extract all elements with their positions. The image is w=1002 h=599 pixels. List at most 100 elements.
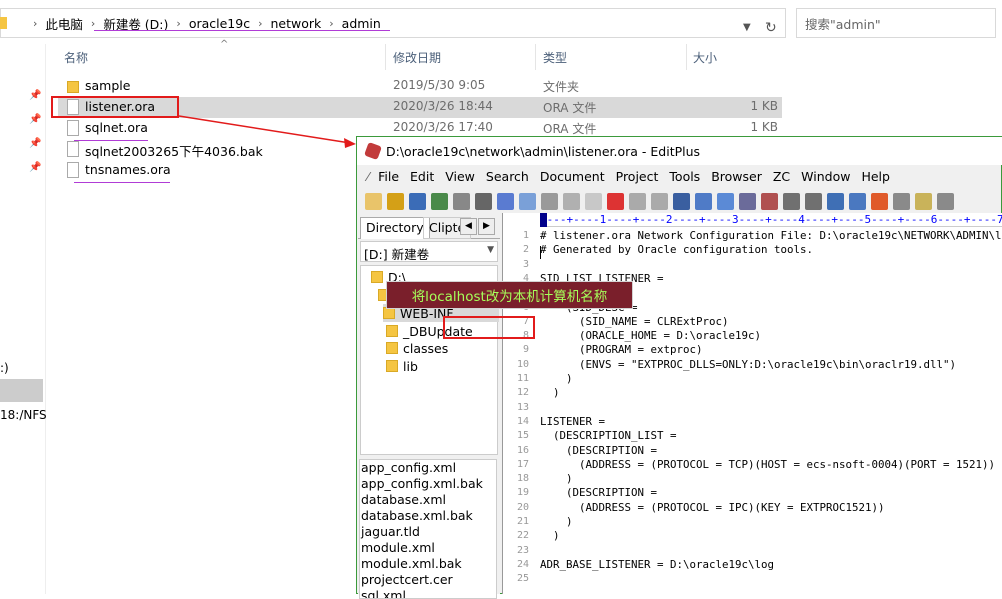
nav-item-drive-c[interactable]: :) — [0, 361, 9, 375]
goto-line-icon[interactable] — [739, 192, 756, 210]
line-number: 21 — [516, 516, 529, 527]
file-list[interactable]: app_config.xml app_config.xml.bak databa… — [359, 459, 497, 599]
annotation-callout: 将localhost改为本机计算机名称 — [386, 281, 633, 309]
tab-scroll-right-icon[interactable]: ▶ — [478, 218, 495, 235]
address-bar[interactable]: › 此电脑 › 新建卷 (D:) › oracle19c › network ›… — [0, 8, 786, 38]
menu-edit[interactable]: Edit — [410, 169, 434, 184]
column-date[interactable]: 修改日期 — [393, 49, 441, 66]
refresh-icon[interactable]: ↻ — [765, 20, 777, 36]
file-row[interactable]: sample 2019/5/30 9:05 文件夹 — [58, 76, 782, 97]
save-icon[interactable] — [409, 192, 426, 210]
check-icon[interactable] — [871, 192, 888, 210]
file-type: ORA 文件 — [543, 101, 597, 115]
file-type: ORA 文件 — [543, 122, 597, 136]
highlight-box-listener — [51, 96, 179, 118]
font-icon[interactable] — [761, 192, 778, 210]
nav-item-nfs[interactable]: 18:/NFS — [0, 408, 47, 422]
navigation-pane[interactable]: 📌 📌 📌 📌 — [0, 44, 46, 594]
paste-icon[interactable] — [585, 192, 602, 210]
menu-window[interactable]: Window — [801, 169, 850, 184]
word-wrap-icon[interactable] — [805, 192, 822, 210]
list-item[interactable]: database.xml — [360, 492, 496, 508]
chevron-down-icon[interactable]: ▼ — [743, 22, 751, 33]
cut-icon[interactable] — [541, 192, 558, 210]
menu-project[interactable]: Project — [616, 169, 659, 184]
save-all-icon[interactable] — [431, 192, 448, 210]
file-date: 2020/3/26 17:40 — [393, 120, 493, 134]
tab-scroll-left-icon[interactable]: ◀ — [460, 218, 477, 235]
file-row[interactable]: tnsnames.ora — [58, 160, 356, 181]
line-number: 10 — [516, 358, 529, 370]
output-window-icon[interactable] — [937, 192, 954, 210]
browser-icon[interactable] — [519, 192, 536, 210]
ruler-cursor — [540, 213, 547, 227]
menu-tools[interactable]: Tools — [669, 169, 700, 184]
breadcrumb-admin[interactable]: admin — [342, 16, 381, 31]
menu-document[interactable]: Document — [540, 169, 605, 184]
sort-up-icon: ^ — [220, 39, 229, 50]
column-size[interactable]: 大小 — [693, 49, 717, 66]
folder-icon — [386, 342, 398, 354]
menu-search[interactable]: Search — [486, 169, 529, 184]
tab-directory[interactable]: Directory — [360, 217, 430, 239]
code-line: (DESCRIPTION_LIST = — [540, 429, 677, 443]
file-row[interactable]: sqlnet2003265下午4036.bak — [58, 139, 356, 160]
text-editor[interactable]: ----+----1----+----2----+----3----+----4… — [502, 213, 1002, 594]
menu-browser[interactable]: Browser — [711, 169, 762, 184]
tree-item[interactable]: classes — [386, 339, 448, 357]
menu-help[interactable]: Help — [861, 169, 890, 184]
hex-icon[interactable] — [783, 192, 800, 210]
drive-select[interactable]: [D:] 新建卷 ▼ — [360, 241, 498, 262]
menu-zc[interactable]: ZC — [773, 169, 790, 184]
list-item[interactable]: app_config.xml.bak — [360, 476, 496, 492]
open-file-icon[interactable] — [387, 192, 404, 210]
breadcrumb-this-pc[interactable]: 此电脑 — [45, 14, 83, 33]
code-line: (ORACLE_HOME = D:\oracle19c) — [540, 329, 762, 343]
pin-icon: 📌 — [29, 114, 42, 125]
ruler-icon[interactable] — [849, 192, 866, 210]
list-item[interactable]: module.xml.bak — [360, 556, 496, 572]
breadcrumb-oracle19c[interactable]: oracle19c — [189, 16, 250, 31]
chevron-right-icon: › — [176, 16, 181, 30]
list-item[interactable]: projectcert.cer — [360, 572, 496, 588]
code-line: (PROGRAM = extproc) — [540, 343, 703, 357]
nav-item-selected[interactable] — [0, 379, 43, 402]
menu-view[interactable]: View — [445, 169, 475, 184]
list-item[interactable]: app_config.xml — [360, 460, 496, 476]
highlight-box-hostname — [443, 316, 535, 339]
window-title: D:\oracle19c\network\admin\listener.ora … — [386, 143, 701, 159]
drive-select-value: [D:] 新建卷 — [364, 247, 430, 262]
line-number: 25 — [516, 573, 529, 585]
find-in-files-icon[interactable] — [717, 192, 734, 210]
code-line: ) — [540, 386, 560, 400]
column-name[interactable]: 名称 — [64, 49, 88, 66]
line-number: 24 — [516, 558, 529, 570]
line-number: 19 — [516, 487, 529, 499]
redo-icon[interactable] — [651, 192, 668, 210]
code-line: (ADDRESS = (PROTOCOL = TCP)(HOST = ecs-n… — [540, 457, 996, 471]
title-bar[interactable]: D:\oracle19c\network\admin\listener.ora … — [357, 137, 1002, 165]
list-item[interactable]: database.xml.bak — [360, 508, 496, 524]
tree-item[interactable]: lib — [386, 357, 418, 375]
spell-check-icon[interactable] — [497, 192, 514, 210]
line-number: 18 — [516, 473, 529, 485]
panel-icon[interactable] — [893, 192, 910, 210]
list-item[interactable]: module.xml — [360, 540, 496, 556]
print-preview-icon[interactable] — [453, 192, 470, 210]
directory-window-icon[interactable] — [915, 192, 932, 210]
undo-icon[interactable] — [629, 192, 646, 210]
list-item[interactable]: jaguar.tld — [360, 524, 496, 540]
delete-icon[interactable] — [607, 192, 624, 210]
file-icon — [67, 162, 79, 178]
line-number-icon[interactable] — [827, 192, 844, 210]
search-input[interactable]: 搜索"admin" — [796, 8, 996, 38]
breadcrumb-network[interactable]: network — [270, 16, 321, 31]
copy-icon[interactable] — [563, 192, 580, 210]
find-icon[interactable] — [673, 192, 690, 210]
column-type[interactable]: 类型 — [543, 49, 567, 66]
replace-icon[interactable] — [695, 192, 712, 210]
print-icon[interactable] — [475, 192, 492, 210]
new-file-icon[interactable] — [365, 192, 382, 210]
chevron-down-icon[interactable]: ▼ — [487, 245, 494, 255]
menu-file[interactable]: File — [378, 169, 399, 184]
